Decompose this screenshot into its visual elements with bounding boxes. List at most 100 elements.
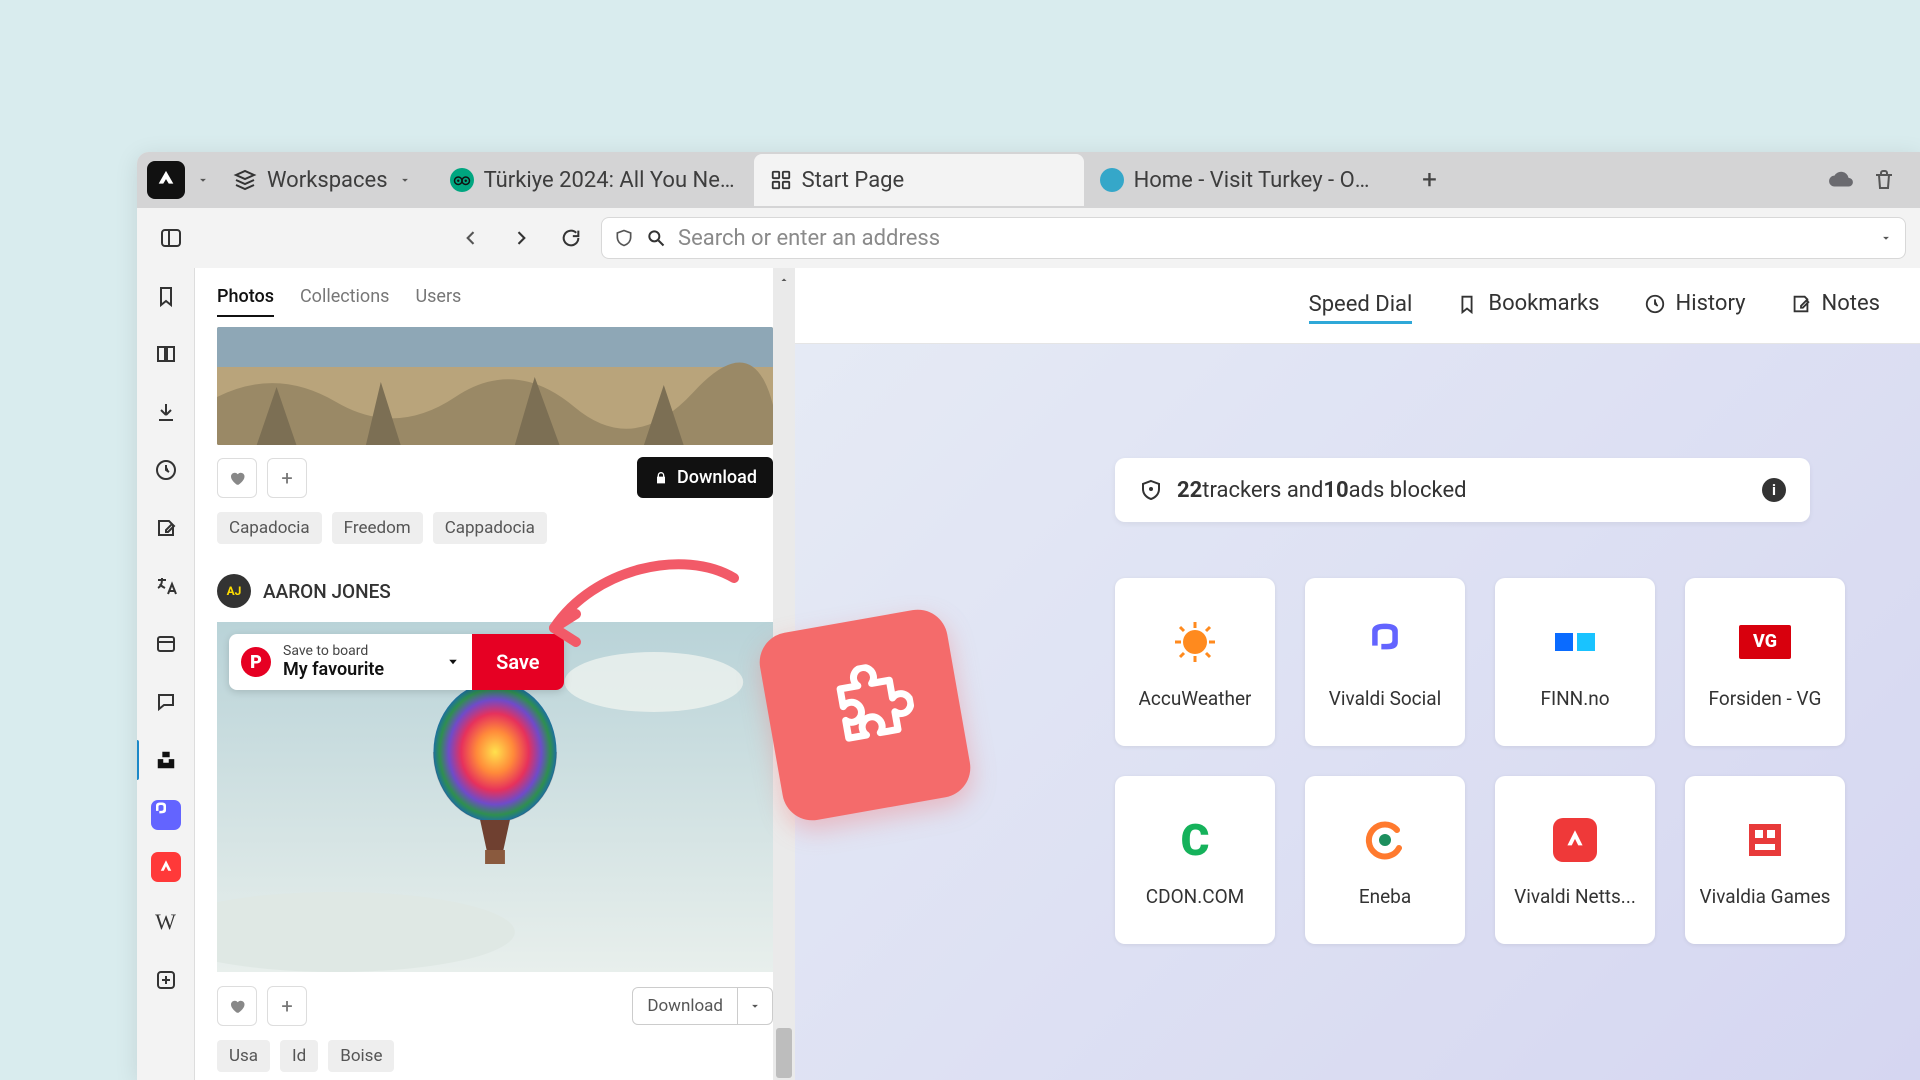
reload-button[interactable] (551, 218, 591, 258)
pin-board-dropdown[interactable] (432, 634, 472, 690)
tag[interactable]: Cappadocia (433, 512, 547, 544)
vivaldia-games-icon (1738, 813, 1792, 867)
download-button[interactable]: Download (637, 457, 773, 498)
window-icon (154, 632, 178, 656)
avatar: AJ (217, 574, 251, 608)
panel-toggle-button[interactable] (151, 218, 191, 258)
tab-turkiye[interactable]: Türkiye 2024: All You Need t (434, 154, 754, 206)
like-button[interactable] (217, 458, 257, 498)
workspaces-selector[interactable]: Workspaces (215, 152, 434, 208)
speed-dial-finn[interactable]: FINN.no (1495, 578, 1655, 746)
download-split-button[interactable]: Download (632, 987, 773, 1025)
sidebar-chat[interactable] (148, 684, 184, 720)
web-tab-users[interactable]: Users (415, 286, 461, 317)
nav-label: Bookmarks (1488, 291, 1599, 316)
sidebar-vivaldi-community[interactable] (151, 852, 181, 882)
speed-dial-accuweather[interactable]: AccuWeather (1115, 578, 1275, 746)
sync-cloud-icon[interactable] (1828, 167, 1854, 193)
sidebar-add-panel[interactable] (148, 962, 184, 998)
nav-history[interactable]: History (1644, 291, 1746, 320)
add-to-collection-button[interactable]: + (267, 986, 307, 1026)
pin-save-label: Save (496, 650, 539, 674)
speed-dial-eneba[interactable]: Eneba (1305, 776, 1465, 944)
address-dropdown-button[interactable] (1879, 231, 1893, 245)
finn-icon (1548, 615, 1602, 669)
ads-count: 10 (1323, 478, 1348, 503)
author-name: AARON JONES (263, 580, 391, 603)
address-placeholder: Search or enter an address (678, 226, 1867, 251)
nav-speed-dial[interactable]: Speed Dial (1309, 288, 1413, 324)
speed-dial-vivaldi-netts[interactable]: Vivaldi Netts... (1495, 776, 1655, 944)
nav-bookmarks[interactable]: Bookmarks (1456, 291, 1599, 320)
site-favicon-icon (1100, 168, 1124, 192)
tag[interactable]: Id (280, 1040, 318, 1072)
sidebar-wikipedia[interactable]: W (148, 904, 184, 940)
photo-card: + Download Capadocia Freedom Cappadocia (217, 327, 773, 544)
address-bar[interactable]: Search or enter an address (601, 217, 1906, 259)
chevron-down-icon (1879, 231, 1893, 245)
accuweather-icon (1168, 615, 1222, 669)
tab-visit-turkey[interactable]: Home - Visit Turkey - Offici (1084, 154, 1404, 206)
sidebar-bookmarks[interactable] (148, 278, 184, 314)
sidebar-webpanel-unsplash[interactable] (148, 742, 184, 778)
scroll-thumb[interactable] (776, 1028, 792, 1078)
nav-back-button[interactable] (451, 218, 491, 258)
tab-start-page[interactable]: Start Page (754, 154, 1084, 206)
dial-label: Vivaldia Games (1700, 885, 1831, 908)
tag[interactable]: Freedom (332, 512, 423, 544)
photo-thumbnail[interactable] (217, 327, 773, 445)
info-icon[interactable]: i (1762, 478, 1786, 502)
sidebar-translate[interactable] (148, 568, 184, 604)
tag-list: Capadocia Freedom Cappadocia (217, 512, 773, 544)
chevron-down-icon (444, 653, 462, 671)
speed-dial-vivaldi-social[interactable]: Vivaldi Social (1305, 578, 1465, 746)
vivaldi-menu-button[interactable] (147, 161, 185, 199)
mastodon-icon (151, 800, 171, 820)
browser-window: Workspaces Türkiye 2024: All You Need t … (137, 152, 1920, 1080)
like-button[interactable] (217, 986, 257, 1026)
workspaces-label: Workspaces (267, 168, 388, 193)
pin-board-selector[interactable]: P Save to board My favourite (229, 634, 432, 690)
tag[interactable]: Usa (217, 1040, 270, 1072)
cappadocia-landscape-icon (217, 327, 773, 445)
sidebar-reader[interactable] (148, 336, 184, 372)
sidebar-window[interactable] (148, 626, 184, 662)
nav-label: Notes (1822, 291, 1880, 316)
pin-save-button[interactable]: Save (472, 634, 563, 690)
nav-forward-button[interactable] (501, 218, 541, 258)
dial-label: Forsiden - VG (1709, 687, 1822, 710)
web-tab-photos[interactable]: Photos (217, 286, 274, 317)
download-options-dropdown[interactable] (737, 988, 772, 1024)
tab-label: Türkiye 2024: All You Need t (484, 168, 738, 193)
new-tab-button[interactable]: + (1414, 164, 1446, 196)
tag-list: Usa Id Boise (217, 1040, 773, 1072)
web-tab-collections[interactable]: Collections (300, 286, 389, 317)
sidebar-notes[interactable] (148, 510, 184, 546)
sidebar-downloads[interactable] (148, 394, 184, 430)
author-row[interactable]: AJ AARON JONES (217, 574, 795, 608)
tracker-blocked-bar[interactable]: 22 trackers and 10 ads blocked i (1115, 458, 1810, 522)
scroll-up-button[interactable] (773, 268, 795, 292)
workspaces-icon (233, 168, 257, 192)
nav-notes[interactable]: Notes (1790, 291, 1880, 320)
toolbar: Search or enter an address (137, 208, 1920, 268)
tab-bar: Workspaces Türkiye 2024: All You Need t … (137, 152, 1920, 208)
add-to-collection-button[interactable]: + (267, 458, 307, 498)
sidebar-mastodon[interactable] (151, 800, 181, 830)
web-panel-tabs: Photos Collections Users (195, 268, 795, 327)
tag[interactable]: Capadocia (217, 512, 322, 544)
trash-icon[interactable] (1872, 168, 1896, 192)
tracker-text-suffix: ads blocked (1349, 478, 1467, 503)
speed-dial-vivaldia-games[interactable]: Vivaldia Games (1685, 776, 1845, 944)
clock-icon (154, 458, 178, 482)
vivaldi-menu-caret[interactable] (191, 173, 215, 187)
photo-thumbnail[interactable]: P Save to board My favourite Save (217, 622, 773, 972)
download-label: Download (677, 467, 757, 488)
speed-dial-cdon[interactable]: C CDON.COM (1115, 776, 1275, 944)
download-label: Download (633, 988, 737, 1024)
speed-dial-vg[interactable]: VG Forsiden - VG (1685, 578, 1845, 746)
sidebar-history[interactable] (148, 452, 184, 488)
shield-icon (614, 227, 634, 249)
cdon-icon: C (1168, 813, 1222, 867)
tag[interactable]: Boise (328, 1040, 394, 1072)
